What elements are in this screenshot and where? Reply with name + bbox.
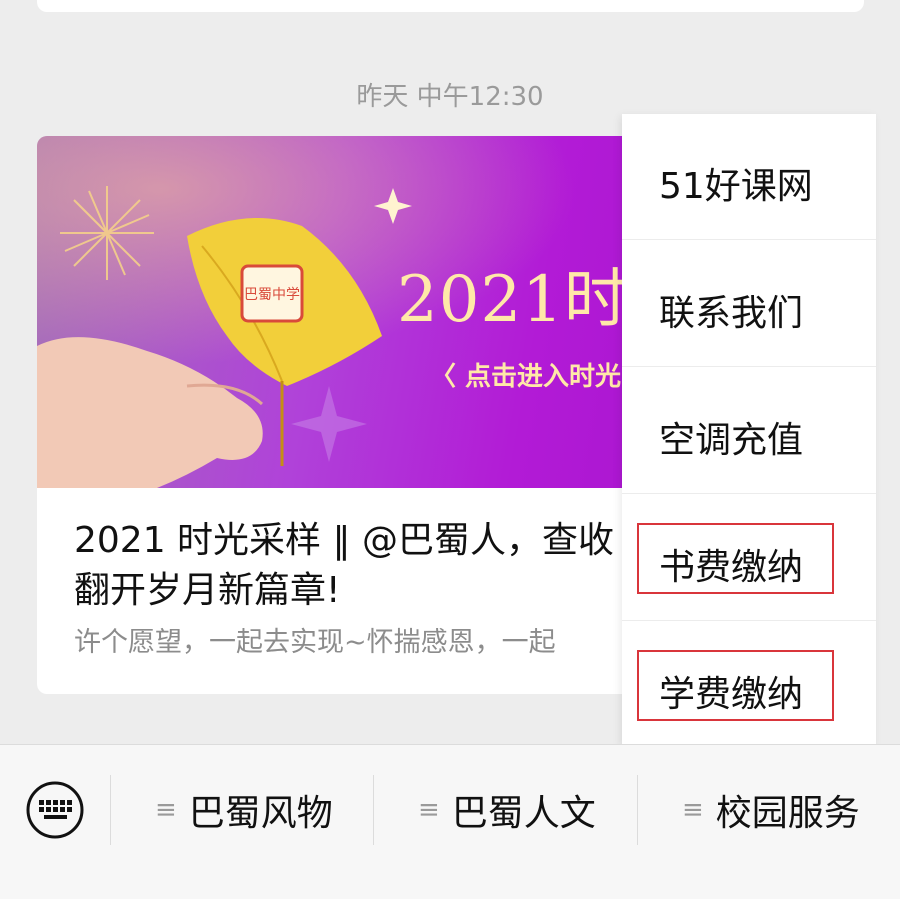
menu-item-tuition-fee[interactable]: 学费缴纳 xyxy=(622,622,876,748)
menu-item-label: 空调充值 xyxy=(659,420,804,461)
keyboard-toggle-button[interactable] xyxy=(25,780,85,840)
menu-label: 校园服务 xyxy=(715,793,860,834)
bottom-menu-bar: ≡ 巴蜀风物 ≡ 巴蜀人文 ≡ 校园服务 xyxy=(0,744,900,899)
menu-campus-services[interactable]: ≡ 校园服务 xyxy=(682,775,860,845)
menu-item-contact-us[interactable]: 联系我们 xyxy=(622,241,876,367)
divider xyxy=(373,775,374,845)
previous-message-card[interactable] xyxy=(37,0,864,12)
menu-item-label: 书费缴纳 xyxy=(659,547,804,588)
menu-item-book-fee[interactable]: 书费缴纳 xyxy=(622,495,876,621)
menu-label: 巴蜀人文 xyxy=(451,793,596,834)
menu-lines-icon: ≡ xyxy=(418,795,440,825)
message-timestamp: 昨天 中午12:30 xyxy=(356,82,544,112)
menu-item-ac-recharge[interactable]: 空调充值 xyxy=(622,368,876,494)
keyboard-icon xyxy=(26,781,84,839)
menu-label: 巴蜀风物 xyxy=(188,793,333,834)
menu-bashu-renwen[interactable]: ≡ 巴蜀人文 xyxy=(418,775,596,845)
cover-subtitle: 〈 点击进入时光 xyxy=(430,362,622,392)
menu-item-label: 学费缴纳 xyxy=(659,674,804,715)
popup-submenu: 51好课网 联系我们 空调充值 书费缴纳 学费缴纳 xyxy=(622,114,876,746)
menu-item-label: 51好课网 xyxy=(659,166,813,207)
menu-bashu-fengwu[interactable]: ≡ 巴蜀风物 xyxy=(155,775,333,845)
firework-icon xyxy=(60,186,154,280)
menu-lines-icon: ≡ xyxy=(155,795,177,825)
menu-lines-icon: ≡ xyxy=(682,795,704,825)
divider xyxy=(637,775,638,845)
divider xyxy=(110,775,111,845)
menu-item-label: 联系我们 xyxy=(659,293,804,334)
svg-text:巴蜀中学: 巴蜀中学 xyxy=(244,287,300,303)
menu-item-51haokewang[interactable]: 51好课网 xyxy=(622,114,876,240)
